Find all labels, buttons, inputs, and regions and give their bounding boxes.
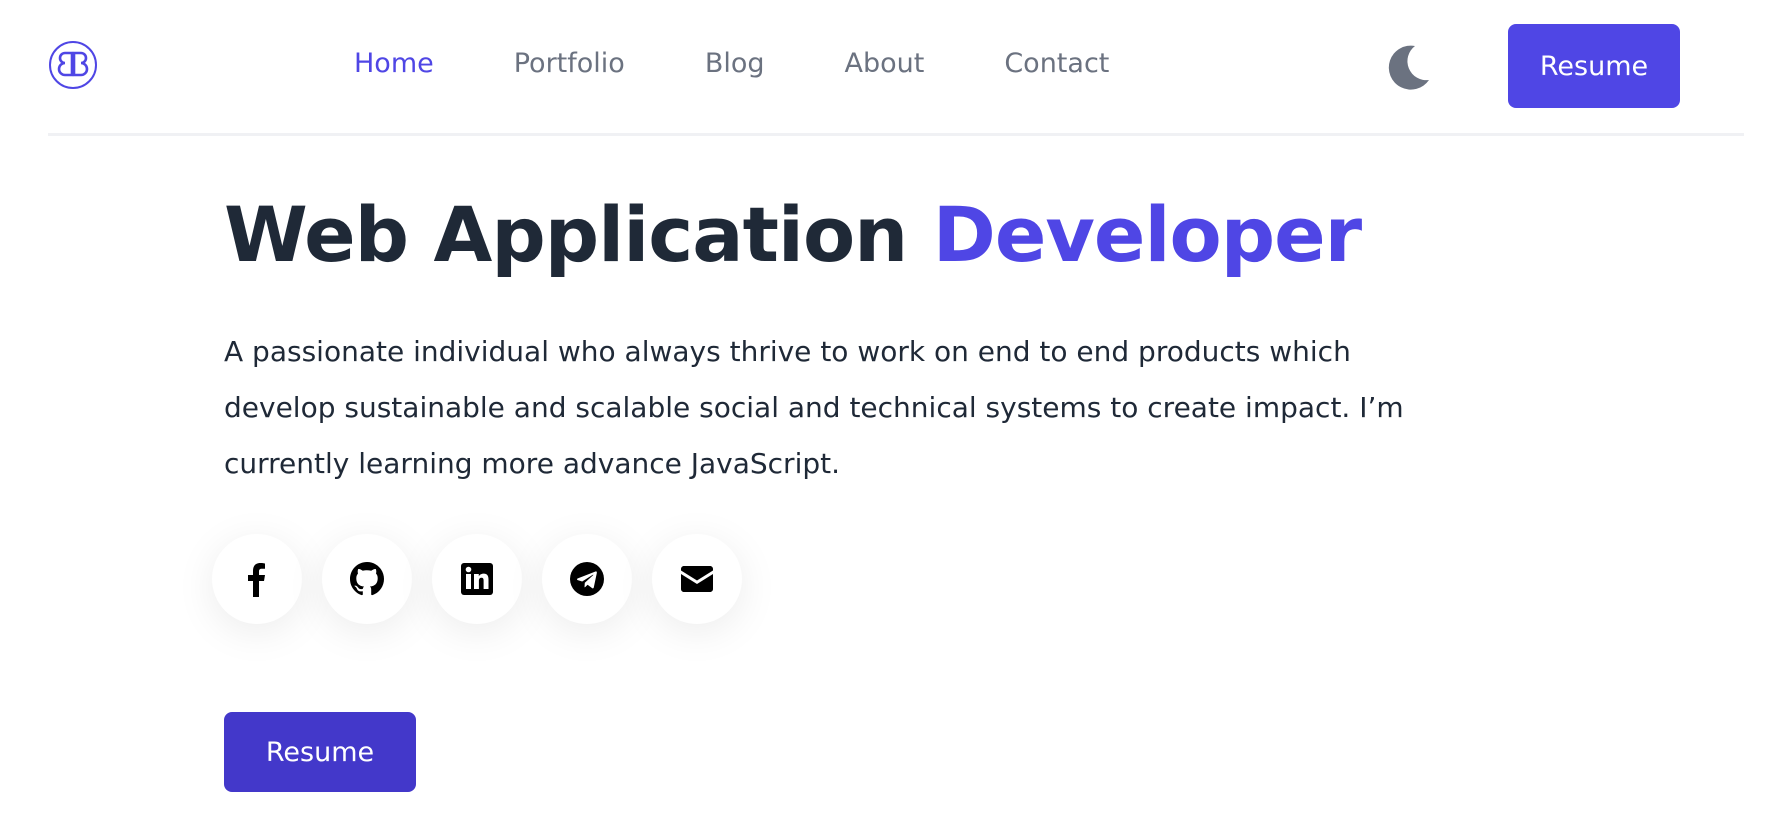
- linkedin-icon: [461, 563, 493, 595]
- nav-item-portfolio[interactable]: Portfolio: [514, 44, 625, 84]
- hero-title-accent: Developer: [932, 190, 1362, 279]
- social-links: [212, 534, 742, 624]
- nav-item-blog[interactable]: Blog: [705, 44, 765, 84]
- site-header: Home Portfolio Blog About Contact Resume: [48, 0, 1744, 136]
- nav-item-about[interactable]: About: [845, 44, 925, 84]
- nav-item-contact[interactable]: Contact: [1004, 44, 1109, 84]
- linkedin-link[interactable]: [432, 534, 522, 624]
- hero-title-main: Web Application: [224, 190, 933, 279]
- hero-resume-button[interactable]: Resume: [224, 712, 416, 792]
- hero-title: Web Application Developer: [224, 180, 1362, 290]
- github-icon: [350, 562, 384, 596]
- email-icon: [681, 566, 713, 592]
- main-nav: Home Portfolio Blog About Contact: [354, 44, 1109, 84]
- email-link[interactable]: [652, 534, 742, 624]
- moon-icon[interactable]: [1381, 40, 1433, 92]
- nav-item-home[interactable]: Home: [354, 44, 434, 84]
- telegram-icon: [570, 562, 604, 596]
- header-resume-button[interactable]: Resume: [1508, 24, 1680, 108]
- facebook-icon: [248, 563, 265, 597]
- logo-icon[interactable]: [48, 40, 98, 90]
- telegram-link[interactable]: [542, 534, 632, 624]
- hero-description: A passionate individual who always thriv…: [224, 335, 1404, 480]
- github-link[interactable]: [322, 534, 412, 624]
- facebook-link[interactable]: [212, 534, 302, 624]
